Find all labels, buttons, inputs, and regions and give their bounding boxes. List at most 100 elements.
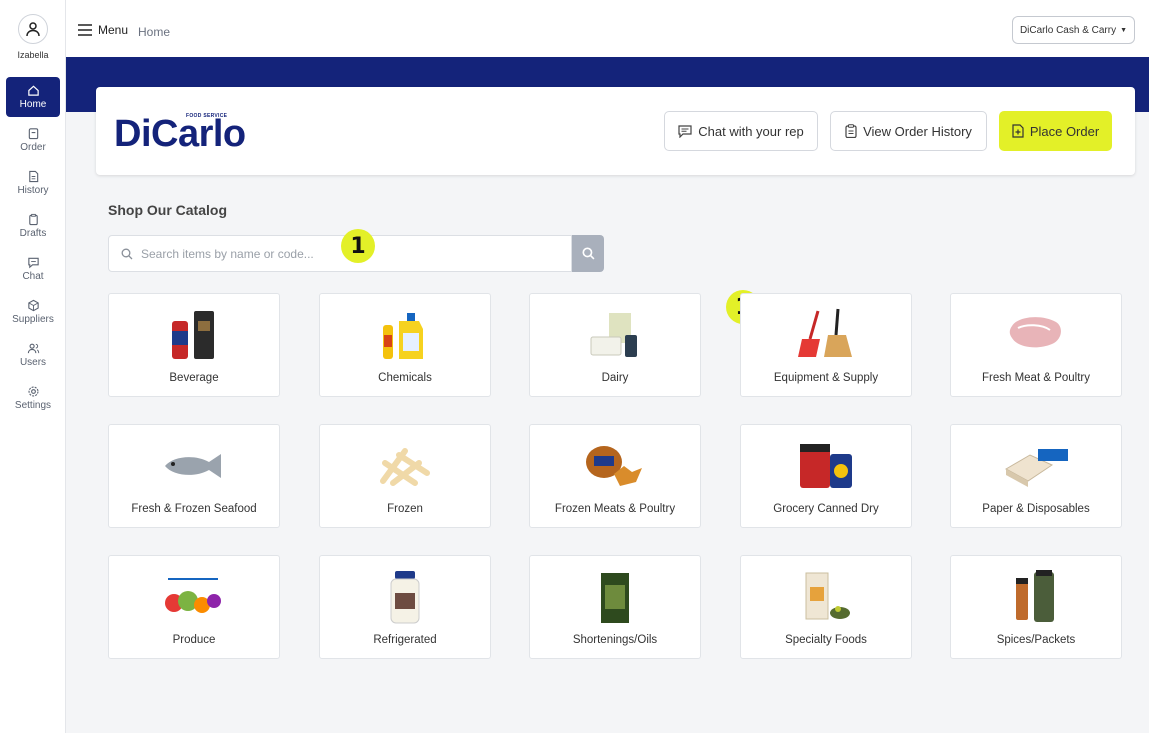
user-avatar-icon[interactable] <box>18 14 48 44</box>
category-tile-shortenings-oils[interactable]: Shortenings/Oils <box>529 555 701 659</box>
chicken-icon <box>530 435 700 497</box>
cans-icon <box>741 435 911 497</box>
sidebar-item-users[interactable]: Users <box>6 335 60 375</box>
category-label: Spices/Packets <box>996 634 1076 646</box>
sidebar-item-history[interactable]: History <box>6 163 60 203</box>
header-card: DiCarlo FOOD SERVICE Chat with your rep … <box>96 87 1135 175</box>
beverage-icon <box>109 304 279 366</box>
category-label: Shortenings/Oils <box>572 634 658 646</box>
specialty-icon <box>741 566 911 628</box>
category-label: Frozen Meats & Poultry <box>554 503 676 515</box>
account-selector[interactable]: DiCarlo Cash & Carry ▼ <box>1012 16 1135 44</box>
search-input[interactable] <box>141 246 521 261</box>
place-order-label: Place Order <box>1029 123 1100 139</box>
sidebar-item-settings[interactable]: Settings <box>6 378 60 418</box>
category-tile-fresh-meat-poultry[interactable]: Fresh Meat & Poultry <box>950 293 1122 397</box>
search-icon <box>121 248 133 259</box>
top-bar: Menu Home DiCarlo Cash & Carry ▼ <box>66 0 1149 57</box>
category-label: Paper & Disposables <box>982 503 1090 515</box>
jar-icon <box>320 566 490 628</box>
sidebar-item-label: Order <box>20 142 46 153</box>
chat-with-rep-label: Chat with your rep <box>698 123 804 139</box>
category-tile-frozen[interactable]: Frozen <box>319 424 491 528</box>
place-order-button[interactable]: Place Order <box>999 111 1112 151</box>
sidebar-item-suppliers[interactable]: Suppliers <box>6 292 60 332</box>
category-label: Beverage <box>169 372 219 384</box>
category-tile-paper-disposables[interactable]: Paper & Disposables <box>950 424 1122 528</box>
category-label: Frozen <box>387 503 423 515</box>
category-label: Equipment & Supply <box>773 372 879 384</box>
view-order-history-label: View Order History <box>863 123 972 139</box>
drafts-icon <box>28 213 38 226</box>
chat-icon <box>678 124 692 138</box>
category-tile-frozen-meats-poultry[interactable]: Frozen Meats & Poultry <box>529 424 701 528</box>
home-icon <box>27 85 39 96</box>
category-tile-fresh-frozen-seafood[interactable]: Fresh & Frozen Seafood <box>108 424 280 528</box>
history-icon <box>28 170 38 183</box>
breadcrumb[interactable]: Home <box>138 25 170 39</box>
category-label: Chemicals <box>378 372 432 384</box>
annotation-badge: 1 <box>341 229 375 263</box>
sidebar-item-label: History <box>17 185 49 196</box>
search-button[interactable] <box>572 235 604 272</box>
section-title: Shop Our Catalog <box>108 202 227 218</box>
menu-button[interactable]: Menu <box>78 23 128 37</box>
sidebar-item-label: Users <box>19 357 47 368</box>
produce-icon <box>109 566 279 628</box>
oil-icon <box>530 566 700 628</box>
sidebar-item-label: Chat <box>22 271 44 282</box>
menu-label: Menu <box>98 23 129 37</box>
users-icon <box>27 343 39 354</box>
search-field[interactable] <box>108 235 572 272</box>
sidebar: Izabella Home Order History Drafts Chat … <box>0 0 66 733</box>
category-label: Dairy <box>601 372 629 384</box>
dicarlo-logo[interactable]: DiCarlo FOOD SERVICE <box>114 109 264 155</box>
sidebar-item-order[interactable]: Order <box>6 120 60 160</box>
chemicals-icon <box>320 304 490 366</box>
sidebar-item-label: Settings <box>14 400 52 411</box>
category-tile-equipment-supply[interactable]: Equipment & Supply <box>740 293 912 397</box>
clipboard-icon <box>845 124 857 138</box>
search-icon <box>581 247 594 260</box>
fries-icon <box>320 435 490 497</box>
category-label: Fresh Meat & Poultry <box>981 372 1090 384</box>
category-tile-dairy[interactable]: Dairy <box>529 293 701 397</box>
sidebar-nav: Home Order History Drafts Chat Suppliers… <box>0 77 66 421</box>
main-content: DiCarlo FOOD SERVICE Chat with your rep … <box>66 57 1149 733</box>
user-name: Izabella <box>17 50 49 60</box>
category-label: Produce <box>172 634 216 646</box>
sidebar-item-chat[interactable]: Chat <box>6 249 60 289</box>
category-tile-grocery-canned-dry[interactable]: Grocery Canned Dry <box>740 424 912 528</box>
logo-text: DiCarlo <box>114 113 246 155</box>
sidebar-item-drafts[interactable]: Drafts <box>6 206 60 246</box>
category-tile-chemicals[interactable]: Chemicals <box>319 293 491 397</box>
view-order-history-button[interactable]: View Order History <box>830 111 987 151</box>
order-icon <box>28 128 38 140</box>
category-label: Fresh & Frozen Seafood <box>131 503 257 515</box>
hamburger-icon <box>78 24 92 36</box>
add-document-icon <box>1012 124 1024 138</box>
category-tile-refrigerated[interactable]: Refrigerated <box>319 555 491 659</box>
category-tile-spices-packets[interactable]: Spices/Packets <box>950 555 1122 659</box>
fish-icon <box>109 435 279 497</box>
category-label: Refrigerated <box>373 634 437 646</box>
logo-subtext: FOOD SERVICE <box>186 113 228 119</box>
chat-icon <box>27 257 39 269</box>
sidebar-item-label: Drafts <box>19 228 47 239</box>
sidebar-item-label: Home <box>19 99 47 110</box>
sidebar-item-home[interactable]: Home <box>6 77 60 117</box>
category-tile-specialty-foods[interactable]: Specialty Foods <box>740 555 912 659</box>
category-label: Specialty Foods <box>785 634 867 646</box>
category-tile-produce[interactable]: Produce <box>108 555 280 659</box>
chat-with-rep-button[interactable]: Chat with your rep <box>664 111 818 151</box>
broom-icon <box>741 304 911 366</box>
suppliers-icon <box>27 299 39 312</box>
settings-icon <box>27 386 39 397</box>
category-label: Grocery Canned Dry <box>773 503 879 515</box>
caret-down-icon: ▼ <box>1120 26 1128 34</box>
account-label: DiCarlo Cash & Carry <box>1019 24 1117 36</box>
user-profile[interactable]: Izabella <box>0 14 66 60</box>
meat-icon <box>951 304 1121 366</box>
category-tile-beverage[interactable]: Beverage <box>108 293 280 397</box>
dairy-icon <box>530 304 700 366</box>
